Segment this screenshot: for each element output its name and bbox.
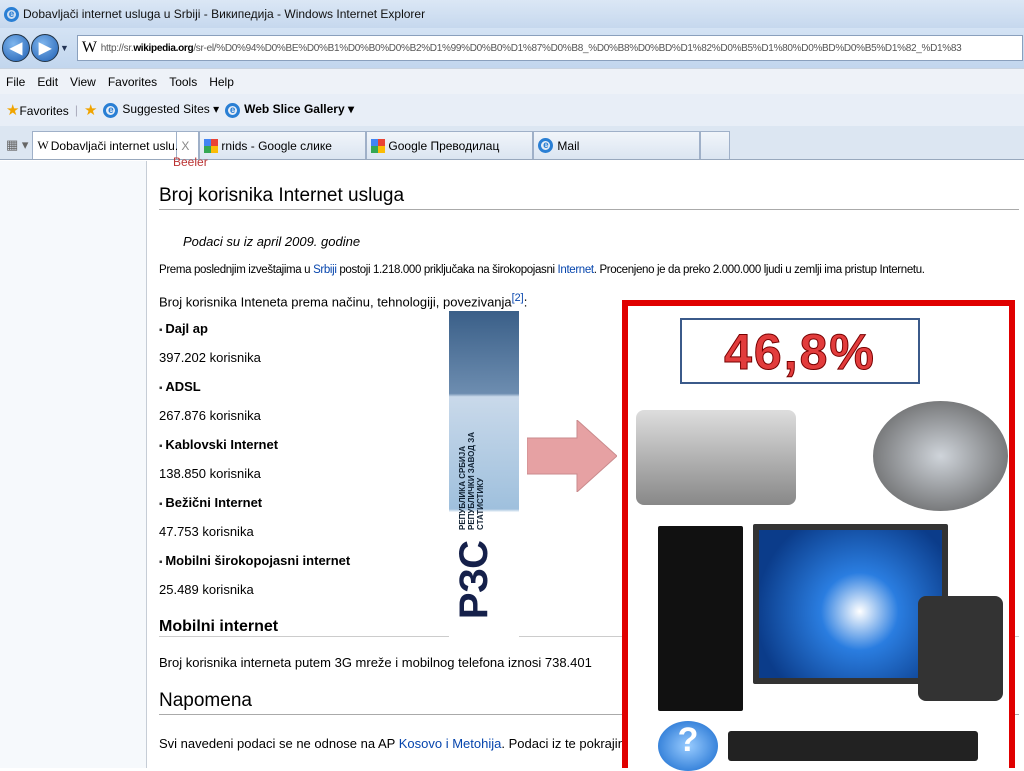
tab-google-images[interactable]: rnids - Google слике [199, 131, 367, 159]
paragraph-3: Broj korisnika interneta putem 3G mreže … [159, 655, 592, 670]
menu-bar: File Edit View Favorites Tools Help [0, 68, 1024, 94]
list-count: 397.202 korisnika [159, 350, 261, 365]
note: Podaci su iz april 2009. godine [183, 234, 361, 249]
tab-bar: ▦ ▾ W Dobavljači internet uslu... X rnids… [0, 126, 1024, 160]
sidebar [0, 161, 147, 768]
web-slice-gallery-button[interactable]: e Web Slice Gallery ▾ [225, 102, 354, 118]
heading-broj-korisnika: Broj korisnika Internet usluga [159, 185, 1019, 210]
list-item: Kablovski Internet [159, 437, 278, 452]
menu-edit[interactable]: Edit [37, 75, 58, 89]
add-favorite-icon[interactable]: ★ [84, 101, 97, 119]
link-internet[interactable]: Internet [558, 264, 595, 276]
tab-wikipedia[interactable]: W Dobavljači internet uslu... [32, 131, 185, 159]
list-item: Bežični Internet [159, 495, 262, 510]
address-bar[interactable]: Whttp://sr. wikipedia.org/sr-el/%D0%94%D0… [76, 35, 1023, 61]
list-item: Dajl ap [159, 321, 208, 336]
computer-tower-image [658, 526, 743, 711]
logo-text: РЕПУБЛИКА СРБИЈА РЕПУБЛИЧКИ ЗАВОД ЗА СТА… [458, 432, 485, 530]
favorites-button[interactable]: ★Favorites [6, 101, 69, 119]
quick-tabs-icon[interactable]: ▦ ▾ [6, 137, 28, 153]
paragraph-4: Svi navedeni podaci se ne odnose na AP K… [159, 736, 671, 751]
star-icon: ★ [6, 102, 20, 119]
list-count: 47.753 korisnika [159, 524, 254, 539]
window-title: Dobavljači internet usluga u Srbiji - Ви… [23, 7, 426, 21]
arrow-icon [527, 420, 617, 492]
paragraph-1: Prema poslednjim izveštajima u Srbiji po… [159, 264, 925, 276]
help-icon: ? [658, 721, 718, 771]
reference-link[interactable]: [2] [512, 292, 524, 304]
ie-icon: e [538, 138, 554, 153]
menu-view[interactable]: View [70, 75, 96, 89]
paragraph-2: Broj korisnika Inteneta prema načinu, te… [159, 292, 528, 310]
menu-file[interactable]: File [6, 75, 25, 89]
wikipedia-favicon: W [81, 39, 97, 56]
printer-image [636, 410, 796, 505]
logo-mark: РЗС [452, 540, 496, 620]
wikipedia-favicon: W [37, 138, 49, 152]
list-count: 138.850 korisnika [159, 466, 261, 481]
list-count: 25.489 korisnika [159, 582, 254, 597]
forward-button[interactable]: ▶ [31, 34, 59, 62]
link-srbiji[interactable]: Srbiji [313, 264, 337, 276]
google-icon [371, 138, 386, 153]
ie-icon: e [225, 103, 241, 118]
list-item: Mobilni širokopojasni internet [159, 553, 350, 568]
ie-icon: e [103, 103, 119, 118]
list-item: ADSL [159, 379, 200, 394]
back-button[interactable]: ◀ [2, 34, 30, 62]
navigation-bar: ◀ ▶ ▼ Whttp://sr. wikipedia.org/sr-el/%D0… [0, 28, 1024, 68]
google-icon [204, 138, 219, 153]
cut-text: Beeler [173, 155, 208, 169]
list-count: 267.876 korisnika [159, 408, 261, 423]
keyboard-pad-image [918, 596, 1003, 701]
title-bar: e Dobavljači internet usluga u Srbiji - В… [0, 0, 1024, 28]
new-tab-button[interactable] [700, 131, 731, 159]
suggested-sites-button[interactable]: e Suggested Sites ▾ [103, 102, 219, 118]
ie-icon: e [4, 6, 19, 22]
history-dropdown-icon[interactable]: ▼ [60, 43, 69, 53]
menu-tools[interactable]: Tools [169, 75, 197, 89]
link-kosovo[interactable]: Kosovo i Metohija [399, 736, 502, 751]
mouse-image [873, 401, 1008, 511]
keyboard-image [728, 731, 978, 761]
tab-google-translate[interactable]: Google Преводилац [366, 131, 534, 159]
menu-help[interactable]: Help [209, 75, 234, 89]
tab-mail[interactable]: e Mail [533, 131, 701, 159]
percent-label: 46,8% [680, 318, 920, 384]
favorites-bar: ★Favorites | ★ e Suggested Sites ▾ e Web S… [0, 94, 1024, 126]
menu-favorites[interactable]: Favorites [108, 75, 157, 89]
